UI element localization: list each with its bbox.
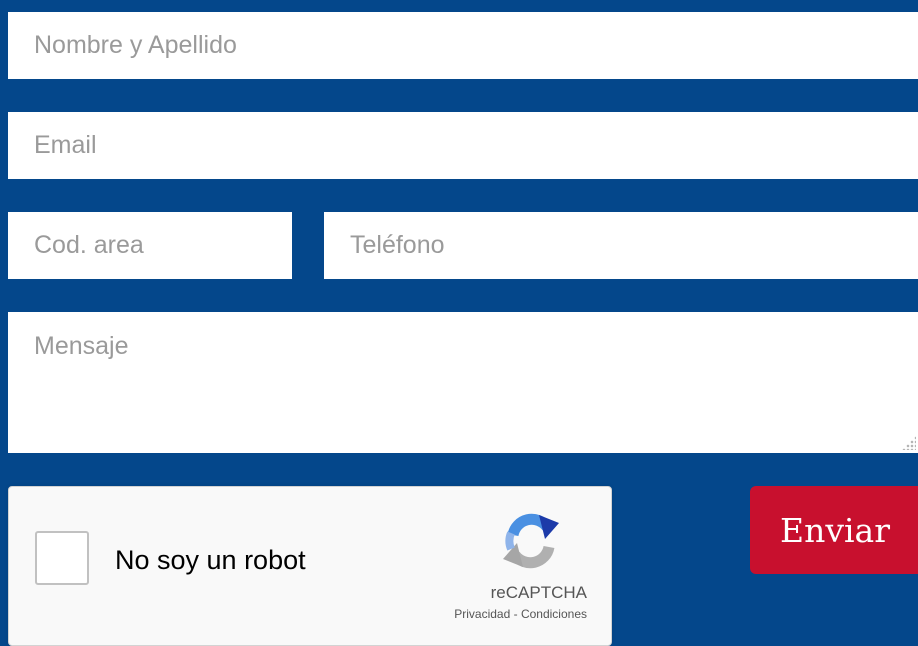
recaptcha-brand: reCAPTCHA [490,583,587,602]
phone-input[interactable] [324,212,918,279]
recaptcha-widget: No soy un robot reCAPTCHA Privacidad - C… [8,486,612,646]
message-textarea[interactable] [8,312,918,453]
area-code-input[interactable] [8,212,292,279]
recaptcha-label: No soy un robot [115,545,306,575]
submit-button[interactable]: Enviar [750,486,918,574]
recaptcha-logo-icon [503,513,559,569]
recaptcha-checkbox[interactable] [35,531,89,585]
terms-link[interactable]: Condiciones [521,607,587,621]
recaptcha-links: Privacidad - Condiciones [369,607,587,621]
name-input[interactable] [8,12,918,79]
privacy-link[interactable]: Privacidad [454,607,510,621]
email-input[interactable] [8,112,918,179]
links-separator: - [510,607,521,621]
